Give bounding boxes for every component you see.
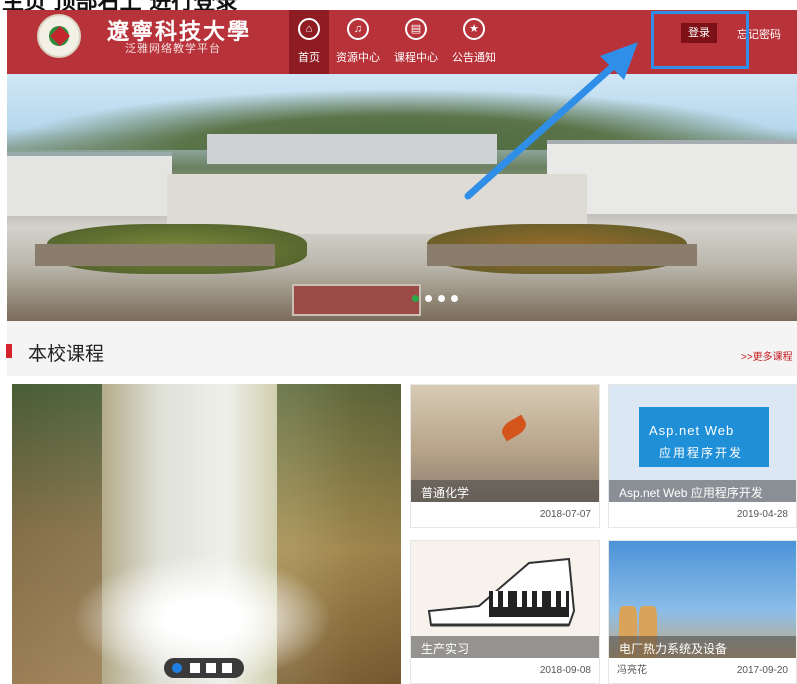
course-card[interactable]: Asp.net Web 应用程序开发 Asp.net Web 应用程序开发 20…	[608, 384, 797, 528]
nav-label-resources: 资源中心	[336, 52, 380, 64]
star-icon: ★	[463, 18, 485, 40]
nav-label-courses: 课程中心	[394, 52, 438, 64]
course-date: 2017-09-20	[736, 665, 788, 676]
course-caption-bar: 普通化学	[411, 480, 599, 502]
nav-label-home: 首页	[298, 52, 320, 64]
brand-subtitle: 泛雅网络教学平台	[125, 43, 221, 55]
section-marker	[6, 344, 12, 358]
bell-icon: ♫	[347, 18, 369, 40]
nav-item-home[interactable]: ⌂ 首页	[289, 10, 329, 74]
course-date: 2018-09-08	[539, 665, 591, 676]
login-highlight-box	[651, 11, 749, 69]
banner-wall-left	[35, 244, 275, 266]
nav-item-courses[interactable]: ▤ 课程中心	[387, 10, 445, 74]
asp-banner: Asp.net Web 应用程序开发	[639, 407, 769, 467]
course-date: 2018-07-07	[539, 509, 591, 520]
cropped-caption: 主页 顶部右上 进行登录	[0, 0, 797, 10]
course-card[interactable]: 电厂热力系统及设备 冯亮花 2017-09-20	[608, 540, 797, 684]
main-nav: ⌂ 首页 ♫ 资源中心 ▤ 课程中心 ★ 公告通知	[289, 10, 503, 74]
course-card[interactable]: 生产实习 2018-09-08	[410, 540, 600, 684]
banner-wall-right	[427, 244, 697, 266]
leaf-icon	[498, 414, 530, 442]
banner-dot-2[interactable]	[425, 295, 432, 302]
banner-building-center	[207, 134, 497, 164]
sneaker-icon	[427, 557, 576, 627]
course-thumbnail: 电厂热力系统及设备	[609, 541, 796, 658]
book-icon: ▤	[405, 18, 427, 40]
course-name: 电厂热力系统及设备	[619, 642, 728, 656]
banner-red-sign	[292, 284, 421, 316]
course-name: Asp.net Web 应用程序开发	[619, 486, 763, 500]
campus-banner[interactable]	[7, 74, 797, 321]
course-author: 冯亮花	[617, 665, 647, 676]
banner-dot-4[interactable]	[451, 295, 458, 302]
course-name: 普通化学	[421, 486, 470, 500]
featured-course-image[interactable]	[12, 384, 401, 684]
asp-banner-line1: Asp.net Web	[649, 423, 735, 438]
banner-building-left	[7, 152, 172, 216]
course-caption-bar: Asp.net Web 应用程序开发	[609, 480, 796, 502]
home-icon: ⌂	[298, 18, 320, 40]
course-name: 生产实习	[421, 642, 470, 656]
course-caption-bar: 电厂热力系统及设备	[609, 636, 796, 658]
course-thumbnail: Asp.net Web 应用程序开发 Asp.net Web 应用程序开发	[609, 385, 796, 502]
featured-dot-3[interactable]	[206, 663, 216, 673]
banner-dot-3[interactable]	[438, 295, 445, 302]
banner-pagination	[412, 295, 458, 302]
course-thumbnail: 生产实习	[411, 541, 599, 658]
section-title: 本校课程	[28, 344, 105, 365]
featured-pagination	[164, 658, 244, 678]
course-thumbnail: 普通化学	[411, 385, 599, 502]
featured-dot-2[interactable]	[190, 663, 200, 673]
nav-item-notices[interactable]: ★ 公告通知	[445, 10, 503, 74]
nav-item-resources[interactable]: ♫ 资源中心	[329, 10, 387, 74]
banner-dot-1[interactable]	[412, 295, 419, 302]
university-logo-icon[interactable]	[37, 14, 81, 58]
nav-label-notices: 公告通知	[452, 52, 496, 64]
course-caption-bar: 生产实习	[411, 636, 599, 658]
course-date: 2019-04-28	[736, 509, 788, 520]
course-card[interactable]: 普通化学 2018-07-07	[410, 384, 600, 528]
more-courses-link[interactable]: >>更多课程	[741, 348, 793, 363]
featured-dot-1[interactable]	[172, 663, 182, 673]
asp-banner-line2: 应用程序开发	[659, 446, 744, 460]
course-section-header	[7, 321, 797, 376]
featured-dot-4[interactable]	[222, 663, 232, 673]
